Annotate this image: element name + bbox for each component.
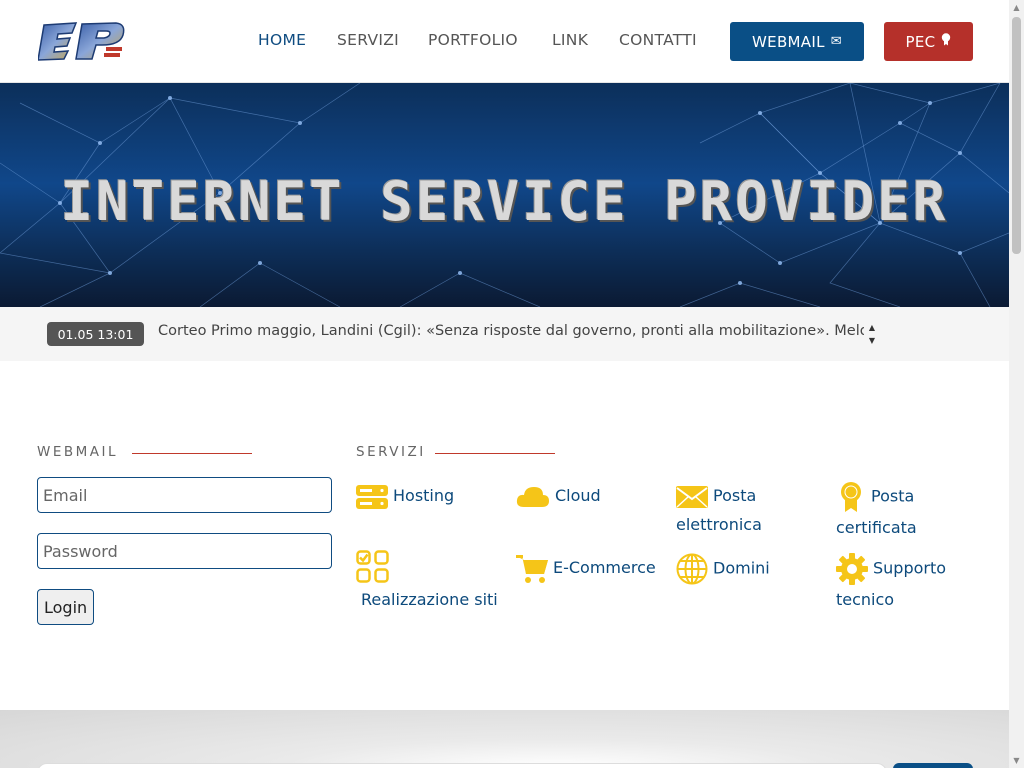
services-title-divider bbox=[435, 453, 555, 454]
service-label: Hosting bbox=[393, 486, 455, 505]
certificate-icon bbox=[836, 481, 866, 513]
nav-home[interactable]: HOME bbox=[258, 31, 306, 49]
scroll-down-arrow-icon[interactable]: ▼ bbox=[1009, 753, 1024, 768]
password-field[interactable] bbox=[37, 533, 332, 569]
news-ticker: 01.05 13:01 Corteo Primo maggio, Landini… bbox=[0, 307, 1009, 361]
cloud-icon bbox=[516, 485, 550, 509]
site-header: HOME SERVIZI PORTFOLIO LINK CONTATTI WEB… bbox=[0, 0, 1009, 83]
service-label: Domini bbox=[713, 558, 770, 578]
bottom-submit-button[interactable] bbox=[893, 763, 973, 768]
ticker-date-badge: 01.05 13:01 bbox=[47, 322, 144, 346]
service-domini[interactable]: Domini bbox=[676, 553, 826, 585]
webmail-button[interactable]: WEBMAIL ✉ bbox=[730, 22, 864, 61]
nav-servizi[interactable]: SERVIZI bbox=[337, 31, 399, 49]
bottom-section bbox=[0, 710, 1009, 768]
chevron-up-icon[interactable]: ▲ bbox=[866, 321, 878, 334]
service-label: E-Commerce bbox=[553, 558, 656, 577]
gear-icon bbox=[836, 553, 868, 585]
service-hosting[interactable]: Hosting bbox=[356, 481, 506, 510]
envelope-icon bbox=[676, 485, 708, 509]
server-icon bbox=[356, 484, 388, 510]
nav-portfolio[interactable]: PORTFOLIO bbox=[428, 31, 518, 49]
service-supporto-tecnico[interactable]: Supporto tecnico bbox=[836, 553, 986, 614]
service-label: Realizzazione siti bbox=[361, 590, 498, 609]
nav-contatti[interactable]: CONTATTI bbox=[619, 31, 697, 49]
bottom-search-input[interactable] bbox=[37, 763, 887, 768]
service-posta-certificata[interactable]: Posta certificata bbox=[836, 481, 986, 542]
service-posta-elettronica[interactable]: Posta elettronica bbox=[676, 481, 826, 539]
email-field[interactable] bbox=[37, 477, 332, 513]
cart-icon bbox=[516, 554, 548, 584]
scroll-thumb[interactable] bbox=[1012, 17, 1021, 254]
service-realizzazione-siti[interactable]: Realizzazione siti bbox=[356, 550, 506, 614]
pec-button[interactable]: PEC bbox=[884, 22, 973, 61]
globe-icon bbox=[676, 553, 708, 585]
site-logo[interactable] bbox=[38, 21, 126, 61]
hero-banner: INTERNET SERVICE PROVIDER bbox=[0, 83, 1009, 307]
webmail-button-label: WEBMAIL bbox=[752, 32, 825, 51]
login-button[interactable]: Login bbox=[37, 589, 94, 625]
webmail-section-title: WEBMAIL bbox=[37, 444, 119, 460]
chevron-down-icon[interactable]: ▼ bbox=[866, 334, 878, 347]
service-cloud[interactable]: Cloud bbox=[516, 481, 666, 510]
certificate-icon bbox=[941, 33, 951, 50]
service-label: Cloud bbox=[555, 486, 601, 505]
services-section-title: SERVIZI bbox=[356, 444, 426, 460]
scroll-up-arrow-icon[interactable]: ▲ bbox=[1009, 0, 1024, 15]
envelope-icon: ✉ bbox=[830, 34, 842, 49]
page-scrollbar[interactable]: ▲ ▼ bbox=[1009, 0, 1024, 768]
logo-icon bbox=[38, 22, 125, 61]
service-e-commerce[interactable]: E-Commerce bbox=[516, 553, 666, 584]
webmail-title-divider bbox=[132, 453, 252, 454]
hero-title: INTERNET SERVICE PROVIDER bbox=[60, 170, 949, 233]
nav-link[interactable]: LINK bbox=[552, 31, 588, 49]
ticker-headline[interactable]: Corteo Primo maggio, Landini (Cgil): «Se… bbox=[158, 323, 864, 339]
checklist-grid-icon bbox=[356, 550, 501, 583]
ticker-scroll-arrows[interactable]: ▲ ▼ bbox=[866, 321, 878, 347]
pec-button-label: PEC bbox=[905, 32, 936, 51]
